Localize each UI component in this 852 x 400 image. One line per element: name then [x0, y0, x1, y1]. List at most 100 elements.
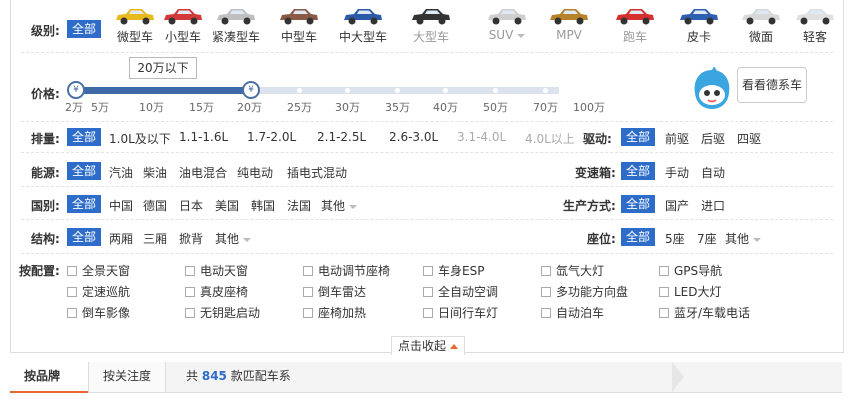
price-max-knob[interactable]: ¥: [242, 81, 260, 99]
country-option[interactable]: 韩国: [251, 197, 275, 214]
car-type-5[interactable]: 大型车: [401, 6, 461, 45]
config-checkbox[interactable]: 无钥匙启动: [185, 304, 260, 321]
config-checkbox[interactable]: 日间行车灯: [423, 304, 498, 321]
price-tick[interactable]: 40万: [433, 99, 458, 115]
price-tick[interactable]: 5万: [91, 99, 109, 115]
country-option[interactable]: 美国: [215, 197, 239, 214]
price-tick[interactable]: 15万: [189, 99, 214, 115]
production-all-button[interactable]: 全部: [621, 195, 656, 213]
seats-option[interactable]: 其他: [725, 230, 762, 247]
tab-attention[interactable]: 按关注度: [88, 362, 167, 392]
config-checkbox[interactable]: 电动调节座椅: [303, 262, 390, 279]
drive-option[interactable]: 四驱: [737, 130, 761, 147]
car-type-7[interactable]: MPV: [539, 6, 599, 42]
energy-option[interactable]: 汽油: [109, 164, 133, 181]
price-tick[interactable]: 30万: [335, 99, 360, 115]
drive-all-button[interactable]: 全部: [621, 128, 656, 146]
config-checkbox[interactable]: 倒车影像: [67, 304, 130, 321]
country-option[interactable]: 其他: [321, 197, 358, 214]
car-type-2[interactable]: 紧凑型车: [206, 6, 266, 45]
config-checkbox[interactable]: 氙气大灯: [541, 262, 604, 279]
production-option[interactable]: 进口: [701, 197, 725, 214]
config-checkbox[interactable]: 车身ESP: [423, 262, 484, 279]
mascot-icon[interactable]: [687, 66, 737, 113]
price-min-knob[interactable]: ¥: [67, 81, 85, 99]
gearbox-option[interactable]: 自动: [701, 164, 725, 181]
energy-option[interactable]: 柴油: [143, 164, 167, 181]
option-text: 其他: [321, 199, 346, 213]
level-all-button[interactable]: 全部: [67, 20, 102, 38]
gearbox-all-button[interactable]: 全部: [621, 162, 656, 180]
config-checkbox-label: 电动天窗: [200, 264, 249, 278]
country-option[interactable]: 中国: [109, 197, 133, 214]
config-checkbox[interactable]: 全景天窗: [67, 262, 130, 279]
car-type-10[interactable]: 微面: [731, 6, 791, 45]
structure-option[interactable]: 其他: [215, 230, 252, 247]
drive-option[interactable]: 前驱: [665, 130, 689, 147]
config-checkbox-label: 自动泊车: [556, 306, 605, 320]
gearbox-option[interactable]: 手动: [665, 164, 689, 181]
disp-option[interactable]: 3.1-4.0L: [457, 130, 506, 144]
config-checkbox[interactable]: 倒车雷达: [303, 283, 366, 300]
config-checkbox[interactable]: 座椅加热: [303, 304, 366, 321]
checkbox-icon: [185, 266, 195, 276]
price-tick[interactable]: 20万: [237, 99, 262, 115]
disp-option[interactable]: 1.7-2.0L: [247, 130, 296, 144]
price-tick[interactable]: 100万: [573, 99, 605, 115]
config-checkbox[interactable]: 蓝牙/车载电话: [659, 304, 750, 321]
checkbox-icon: [67, 308, 77, 318]
country-option[interactable]: 法国: [287, 197, 311, 214]
production-option[interactable]: 国产: [665, 197, 689, 214]
config-checkbox[interactable]: 电动天窗: [185, 262, 248, 279]
country-option[interactable]: 德国: [143, 197, 167, 214]
energy-all-button[interactable]: 全部: [67, 162, 102, 180]
config-checkbox[interactable]: GPS导航: [659, 262, 722, 279]
price-tooltip: 20万以下: [129, 57, 197, 79]
disp-option[interactable]: 2.1-2.5L: [317, 130, 366, 144]
energy-option[interactable]: 纯电动: [237, 164, 273, 181]
country-all-button[interactable]: 全部: [67, 195, 102, 213]
price-tick[interactable]: 10万: [139, 99, 164, 115]
energy-option[interactable]: 插电式混动: [287, 164, 347, 181]
car-type-4[interactable]: 中大型车: [333, 6, 393, 45]
price-tick[interactable]: 70万: [533, 99, 558, 115]
drive-option[interactable]: 后驱: [701, 130, 725, 147]
german-car-link[interactable]: 看看德系车: [737, 67, 807, 103]
seats-all-button[interactable]: 全部: [621, 228, 656, 246]
country-option[interactable]: 日本: [179, 197, 203, 214]
tab-brand[interactable]: 按品牌: [10, 362, 88, 393]
price-tick[interactable]: 2万: [65, 99, 83, 115]
config-checkbox[interactable]: 多功能方向盘: [541, 283, 628, 300]
displacement-all-button[interactable]: 全部: [67, 128, 102, 146]
disp-option[interactable]: 1.0L及以下: [109, 130, 171, 147]
car-type-9[interactable]: 皮卡: [669, 6, 729, 45]
option-text: 纯电动: [237, 166, 274, 180]
config-checkbox[interactable]: 定速巡航: [67, 283, 130, 300]
disp-option[interactable]: 4.0L以上: [525, 130, 575, 147]
disp-option[interactable]: 1.1-1.6L: [179, 130, 228, 144]
price-range-fill: [73, 87, 249, 94]
seats-option[interactable]: 7座: [697, 230, 717, 247]
car-type-11[interactable]: 轻客: [785, 6, 845, 45]
structure-option[interactable]: 两厢: [109, 230, 133, 247]
checkbox-icon: [303, 287, 313, 297]
car-type-8[interactable]: 跑车: [605, 6, 665, 45]
config-checkbox[interactable]: 真皮座椅: [185, 283, 248, 300]
disp-option[interactable]: 2.6-3.0L: [389, 130, 438, 144]
seats-option[interactable]: 5座: [665, 230, 685, 247]
energy-option[interactable]: 油电混合: [179, 164, 227, 181]
collapse-button[interactable]: 点击收起: [391, 336, 465, 355]
arrow-decoration: [672, 362, 684, 392]
config-checkbox[interactable]: 自动泊车: [541, 304, 604, 321]
price-tick[interactable]: 50万: [483, 99, 508, 115]
car-type-1[interactable]: 小型车: [153, 6, 213, 45]
structure-option[interactable]: 掀背: [179, 230, 203, 247]
price-tick[interactable]: 25万: [287, 99, 312, 115]
car-type-3[interactable]: 中型车: [269, 6, 329, 45]
structure-option[interactable]: 三厢: [143, 230, 167, 247]
config-checkbox[interactable]: 全自动空调: [423, 283, 498, 300]
price-tick[interactable]: 35万: [385, 99, 410, 115]
structure-all-button[interactable]: 全部: [67, 228, 102, 246]
config-checkbox[interactable]: LED大灯: [659, 283, 722, 300]
car-type-6[interactable]: SUV: [477, 6, 537, 42]
